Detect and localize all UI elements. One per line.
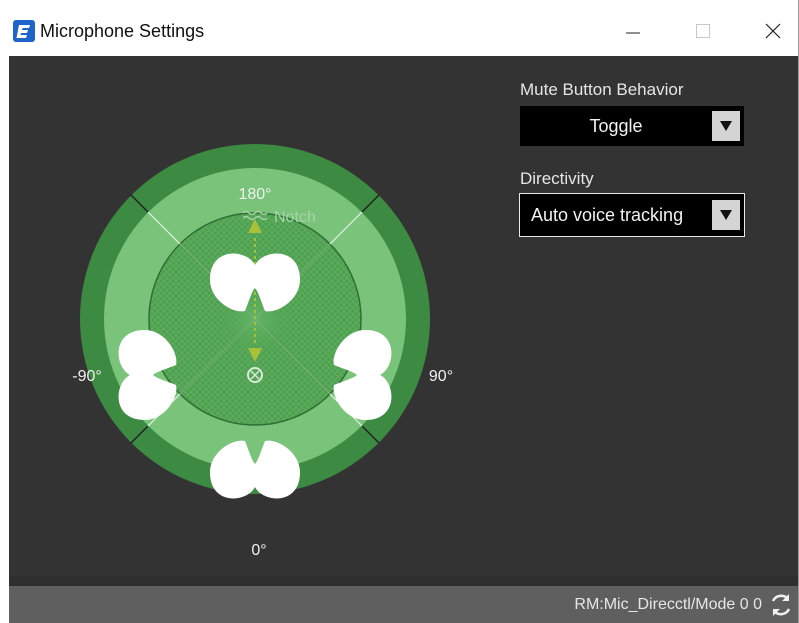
dropdown-arrow-button[interactable] xyxy=(712,111,740,141)
minimize-icon xyxy=(626,32,640,34)
mute-button-behavior-dropdown[interactable]: Toggle xyxy=(520,106,744,146)
angle-label-minus-90: -90° xyxy=(72,368,102,385)
refresh-icon[interactable] xyxy=(768,592,794,618)
minimize-button[interactable] xyxy=(610,14,656,48)
mute-button-behavior-value: Toggle xyxy=(589,115,643,136)
chevron-down-icon xyxy=(720,210,732,220)
microphone-settings-window: Microphone Settings Notch 180° 0° -90° 9… xyxy=(0,0,799,623)
directivity-dropdown[interactable]: Auto voice tracking xyxy=(519,193,745,237)
status-bar: RM:Mic_Direcctl/Mode 0 0 xyxy=(9,586,798,623)
close-icon xyxy=(765,23,781,39)
title-bar[interactable]: Microphone Settings xyxy=(0,0,798,56)
mute-button-behavior-label: Mute Button Behavior xyxy=(520,80,684,99)
directivity-value: Auto voice tracking xyxy=(531,204,684,225)
angle-label-90: 90° xyxy=(429,368,453,385)
directivity-polar-diagram[interactable]: Notch 180° 0° -90° 90° xyxy=(59,116,459,586)
angle-label-0: 0° xyxy=(251,542,266,559)
directivity-label: Directivity xyxy=(520,169,594,188)
client-area: Notch 180° 0° -90° 90° Mute Button Behav… xyxy=(9,56,798,623)
maximize-icon xyxy=(696,24,710,38)
dropdown-arrow-button[interactable] xyxy=(712,200,740,230)
window-title: Microphone Settings xyxy=(40,21,205,41)
angle-label-180: 180° xyxy=(238,186,271,203)
close-button[interactable] xyxy=(750,14,796,48)
chevron-down-icon xyxy=(720,121,732,131)
notch-label: Notch xyxy=(274,209,316,226)
app-logo-icon xyxy=(13,20,35,42)
maximize-button[interactable] xyxy=(680,14,726,48)
main-panel: Notch 180° 0° -90° 90° Mute Button Behav… xyxy=(9,56,798,576)
parameter-status-text: RM:Mic_Direcctl/Mode 0 0 xyxy=(574,596,762,613)
